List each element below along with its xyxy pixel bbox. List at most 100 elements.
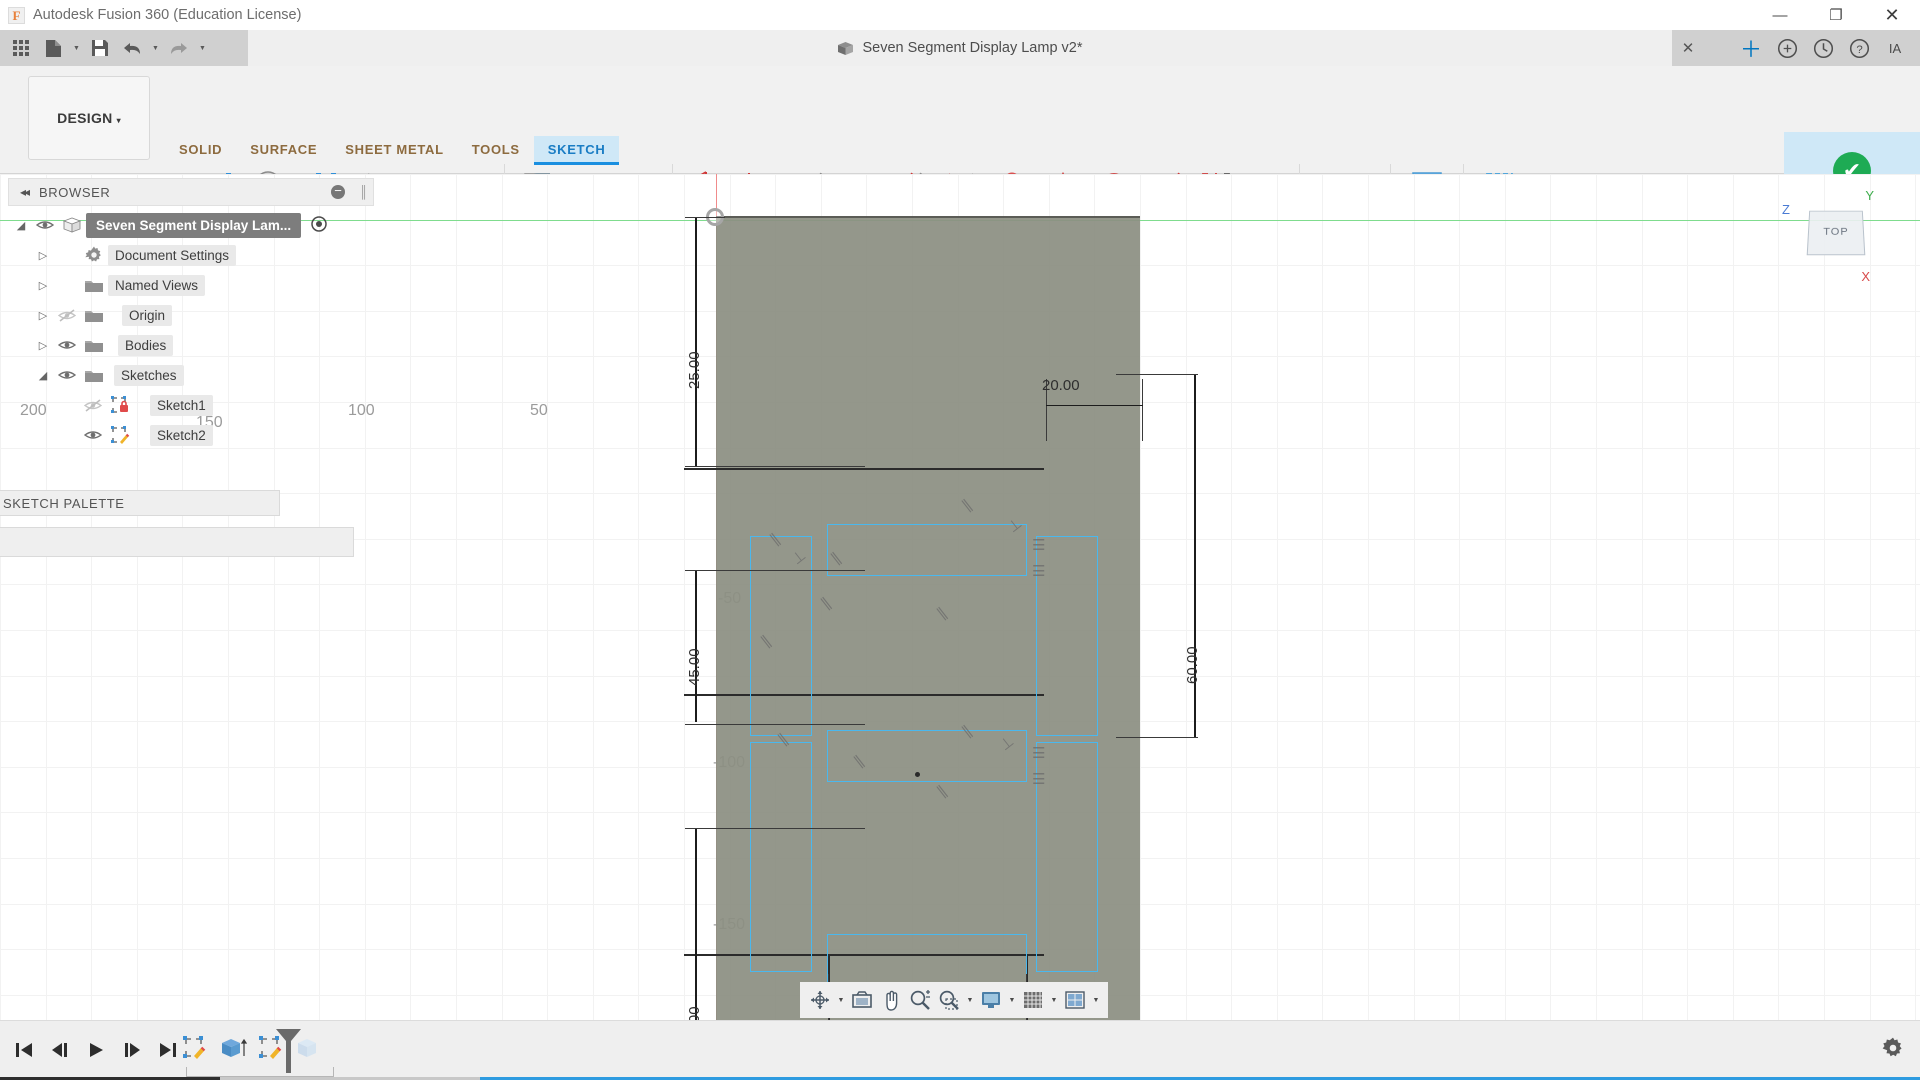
browser-tree: ◢ Seven Segment Display Lam... ▷ Documen… (10, 210, 390, 450)
timeline-extrude-ghost-icon[interactable] (292, 1031, 326, 1065)
close-button[interactable]: ✕ (1864, 0, 1920, 30)
segment-a[interactable] (827, 524, 1027, 576)
visibility-eye-icon[interactable] (54, 369, 80, 381)
document-title: Seven Segment Display Lamp v2* (862, 40, 1082, 56)
dimension-25-bottom[interactable]: 25.00 (686, 1006, 703, 1020)
view-cube-top-face[interactable]: TOP (1807, 211, 1866, 256)
document-tab[interactable]: Seven Segment Display Lamp v2* (248, 30, 1672, 66)
step-forward-button[interactable] (116, 1033, 148, 1067)
dim-ext-line (685, 828, 865, 829)
constraint-fix-glyph[interactable]: ☰ (1032, 770, 1045, 788)
new-document-caret-icon[interactable]: ▼ (70, 33, 83, 63)
step-back-button[interactable] (44, 1033, 76, 1067)
tree-item-sketch1[interactable]: Sketch1 (10, 390, 390, 420)
orbit-caret-icon[interactable]: ▼ (835, 985, 847, 1015)
timeline-settings-gear-icon[interactable] (1882, 1037, 1904, 1064)
extensions-icon[interactable] (1770, 31, 1804, 65)
tree-item-sketch2[interactable]: Sketch2 (10, 420, 390, 450)
tree-item-root[interactable]: ◢ Seven Segment Display Lam... (10, 210, 390, 240)
redo-caret-icon[interactable]: ▼ (196, 33, 209, 63)
dimension-25-top[interactable]: 25.00 (686, 351, 703, 389)
dim-ext-line (685, 724, 865, 725)
save-icon[interactable] (85, 33, 115, 63)
tab-tools[interactable]: TOOLS (458, 136, 534, 162)
app-grid-button[interactable] (6, 33, 36, 63)
expander-icon[interactable]: ▷ (32, 309, 54, 322)
browser-collapse-icon[interactable]: ◂◂ (9, 185, 39, 199)
folder-icon (80, 368, 108, 383)
constraint-fix-glyph[interactable]: ☰ (1032, 562, 1045, 580)
tree-item-bodies[interactable]: ▷ Bodies (10, 330, 390, 360)
activate-component-icon[interactable] (311, 216, 327, 235)
timeline-features (178, 1031, 326, 1065)
dim-ext-line (1142, 379, 1143, 441)
timeline-group-bracket (186, 1067, 334, 1077)
expander-icon[interactable]: ▷ (32, 249, 54, 262)
timeline-extrude-icon[interactable] (216, 1031, 250, 1065)
grid-snaps-icon[interactable] (1019, 985, 1047, 1015)
display-settings-caret-icon[interactable]: ▼ (1006, 985, 1018, 1015)
constraint-fix-glyph[interactable]: ☰ (1032, 536, 1045, 554)
tree-item-origin[interactable]: ▷ Origin (10, 300, 390, 330)
tab-sheet-metal[interactable]: SHEET METAL (331, 136, 457, 162)
segment-d[interactable] (827, 934, 1027, 986)
tree-item-label: Sketch2 (150, 425, 213, 446)
visibility-eye-icon[interactable] (32, 219, 58, 231)
dimension-60-right[interactable]: 60.00 (1184, 646, 1201, 684)
sketch-palette-header[interactable]: SKETCH PALETTE (0, 490, 280, 516)
display-settings-icon[interactable] (977, 985, 1005, 1015)
ribbon: DESIGN▾ SOLID SURFACE SHEET METAL TOOLS … (0, 66, 1920, 174)
tree-item-named-views[interactable]: ▷ Named Views (10, 270, 390, 300)
user-avatar[interactable]: IA (1878, 31, 1912, 65)
visibility-eye-icon[interactable] (54, 339, 80, 351)
zoom-icon[interactable] (906, 985, 934, 1015)
browser-grip-icon[interactable]: ║ (359, 185, 367, 199)
visibility-eye-off-icon[interactable] (54, 309, 80, 322)
visibility-eye-icon[interactable] (80, 429, 106, 441)
tree-item-sketches[interactable]: ◢ Sketches (10, 360, 390, 390)
tree-item-document-settings[interactable]: ▷ Document Settings (10, 240, 390, 270)
expander-icon[interactable]: ▷ (32, 339, 54, 352)
browser-minimize-icon[interactable]: − (331, 185, 345, 199)
viewports-caret-icon[interactable]: ▼ (1090, 985, 1102, 1015)
zoom-window-caret-icon[interactable]: ▼ (964, 985, 976, 1015)
segment-e[interactable] (750, 742, 812, 972)
view-cube[interactable]: TOP Z Y X (1800, 202, 1872, 266)
dimension-20-top[interactable]: 20.00 (1042, 377, 1080, 394)
go-to-beginning-button[interactable] (8, 1033, 40, 1067)
tab-sketch[interactable]: SKETCH (534, 136, 620, 162)
redo-icon[interactable] (164, 33, 194, 63)
new-document-icon[interactable] (38, 33, 68, 63)
undo-caret-icon[interactable]: ▼ (149, 33, 162, 63)
dim-ext-line (1116, 737, 1198, 738)
recent-icon[interactable] (1806, 31, 1840, 65)
grid-snaps-caret-icon[interactable]: ▼ (1048, 985, 1060, 1015)
expander-icon[interactable]: ▷ (32, 279, 54, 292)
play-button[interactable] (80, 1033, 112, 1067)
sketch-center-point[interactable] (915, 772, 920, 777)
ribbon-tabs: SOLID SURFACE SHEET METAL TOOLS SKETCH (165, 136, 619, 162)
dimension-45[interactable]: 45.00 (686, 648, 703, 686)
help-icon[interactable]: ? (1842, 31, 1876, 65)
tree-item-label: Seven Segment Display Lam... (86, 213, 301, 238)
expander-icon[interactable]: ◢ (32, 369, 54, 382)
visibility-eye-off-icon[interactable] (80, 399, 106, 412)
pan-icon[interactable] (877, 985, 905, 1015)
axis-label-z: Z (1782, 202, 1790, 217)
viewports-icon[interactable] (1061, 985, 1089, 1015)
constraint-fix-glyph[interactable]: ☰ (1032, 744, 1045, 762)
add-tab-button[interactable]: ＋ (1734, 31, 1768, 65)
document-cube-icon (837, 41, 854, 56)
tab-surface[interactable]: SURFACE (236, 136, 331, 162)
zoom-window-icon[interactable] (935, 985, 963, 1015)
undo-icon[interactable] (117, 33, 147, 63)
look-at-icon[interactable] (848, 985, 876, 1015)
workspace-selector[interactable]: DESIGN▾ (28, 76, 150, 160)
orbit-icon[interactable] (806, 985, 834, 1015)
minimize-button[interactable]: — (1752, 0, 1808, 30)
expander-icon[interactable]: ◢ (10, 219, 32, 232)
timeline-sketch1-icon[interactable] (178, 1031, 212, 1065)
document-close-icon[interactable]: ✕ (1674, 30, 1702, 66)
maximize-button[interactable]: ❐ (1808, 0, 1864, 30)
tab-solid[interactable]: SOLID (165, 136, 236, 162)
